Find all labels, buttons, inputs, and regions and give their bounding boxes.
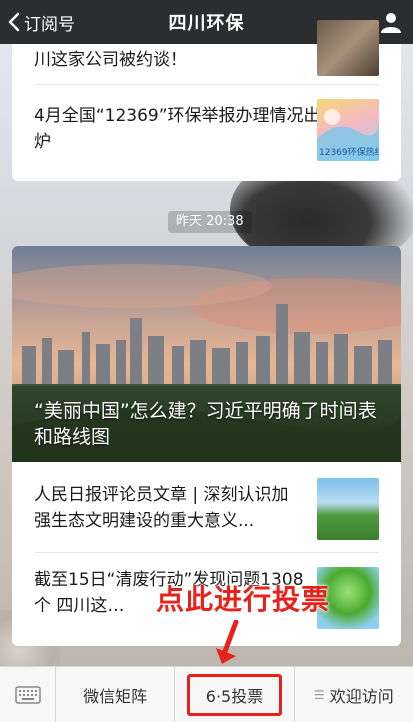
bottom-menu-bar: 微信矩阵 6·5投票 ☰ 欢迎访问: [0, 666, 413, 722]
list-item[interactable]: 川这家公司被约谈！: [12, 20, 401, 80]
list-item[interactable]: 4月全国“12369”环保举报办理情况出炉 12369环保热线: [12, 85, 401, 181]
article-title: 川这家公司被约谈！: [34, 50, 187, 70]
menu-item-matrix[interactable]: 微信矩阵: [56, 667, 176, 722]
hero-title: “美丽中国”怎么建？习近平明确了时间表和路线图: [34, 400, 377, 448]
keyboard-toggle-button[interactable]: [0, 667, 56, 722]
hero-image[interactable]: “美丽中国”怎么建？习近平明确了时间表和路线图: [12, 246, 401, 462]
article-title: 人民日报评论员文章 | 深刻认识加强生态文明建设的重大意义...: [34, 485, 289, 531]
timestamp: 昨天 20:38: [168, 211, 252, 233]
article-thumbnail: [317, 478, 379, 540]
menu-item-welcome[interactable]: ☰ 欢迎访问: [295, 667, 413, 722]
article-card-previous: 川这家公司被约谈！ 4月全国“12369”环保举报办理情况出炉 12369环保热…: [12, 20, 401, 181]
keyboard-icon: [14, 686, 41, 704]
person-icon[interactable]: [379, 10, 403, 34]
vote-annotation-text: 点此进行投票: [156, 583, 331, 616]
menu-item-vote[interactable]: 6·5投票: [175, 667, 295, 722]
arrow-down-icon: [216, 620, 239, 664]
back-button[interactable]: 订阅号: [8, 0, 75, 44]
highlight-box: [187, 674, 282, 716]
article-thumbnail: [317, 20, 379, 76]
article-thumbnail: 12369环保热线: [317, 99, 379, 161]
thumbnail-caption: 12369环保热线: [319, 146, 379, 158]
page-title: 四川环保: [168, 13, 245, 34]
thumbnail-art: 12369环保热线: [317, 109, 379, 161]
article-title: 4月全国“12369”环保举报办理情况出炉: [34, 106, 321, 152]
menu-item-label: 微信矩阵: [83, 687, 148, 706]
list-item[interactable]: 人民日报评论员文章 | 深刻认识加强生态文明建设的重大意义...: [12, 462, 401, 552]
back-label: 订阅号: [24, 14, 75, 35]
chevron-left-icon: [8, 12, 20, 32]
menu-list-icon: ☰: [313, 688, 325, 702]
menu-item-label: 欢迎访问: [329, 687, 394, 706]
